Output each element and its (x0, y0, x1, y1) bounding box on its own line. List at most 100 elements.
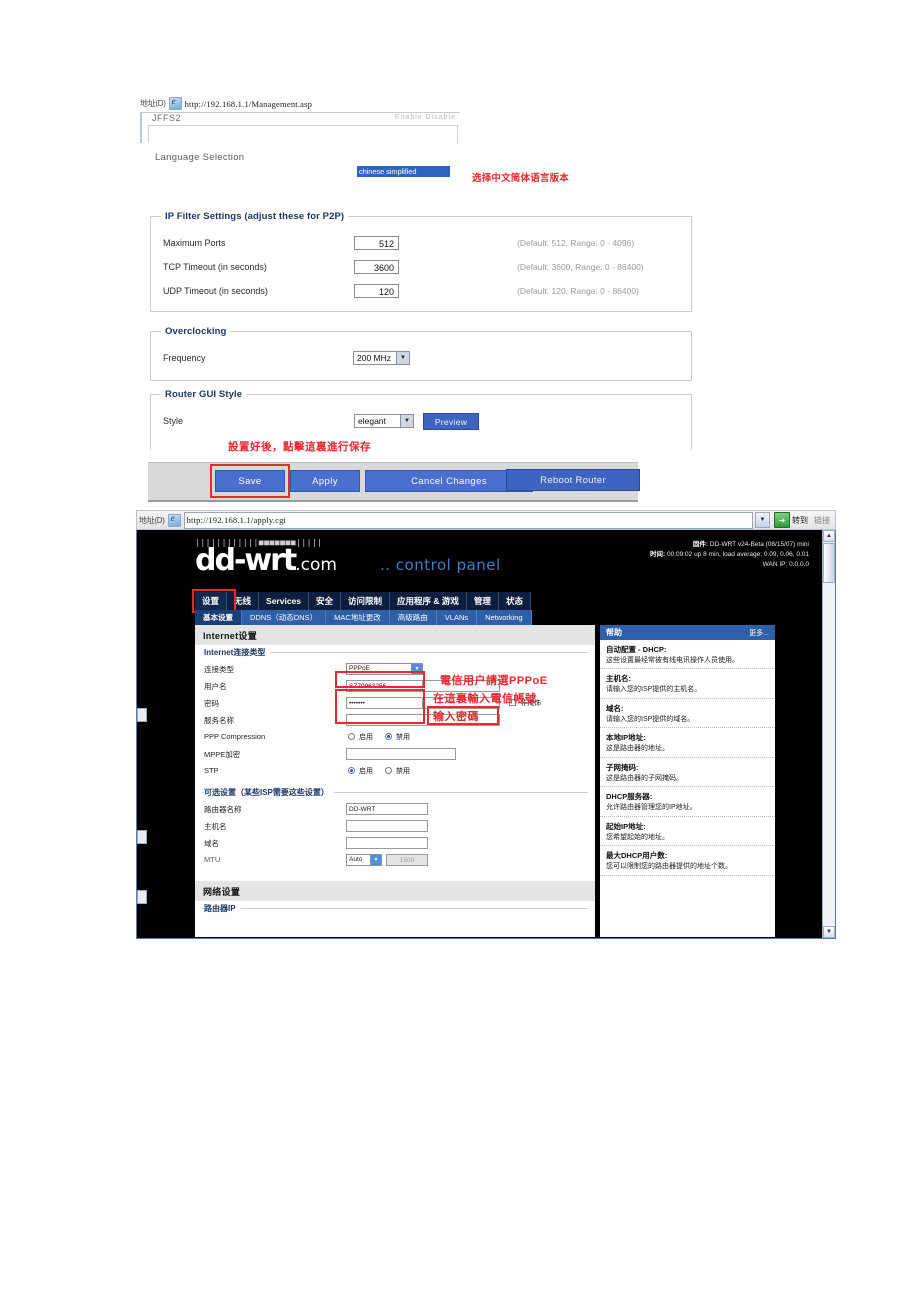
tcp-timeout-input[interactable]: 3600 (354, 260, 399, 274)
chevron-down-icon[interactable]: ▼ (400, 415, 413, 427)
ddwrt-logo-text: dd-wrt (195, 543, 297, 578)
apply-button[interactable]: Apply (290, 470, 360, 492)
router-name-input[interactable]: DD-WRT (346, 803, 428, 815)
language-selection-label: Language Selection (155, 152, 245, 163)
mppe-encryption-label: MPPE加密 (204, 750, 241, 759)
help-item-title: 域名: (606, 703, 624, 713)
tab-services[interactable]: Services (259, 592, 310, 610)
tab-security[interactable]: 安全 (309, 592, 342, 610)
tab-access-restrictions[interactable]: 访问限制 (341, 592, 391, 610)
subtab-networking[interactable]: Networking (477, 610, 532, 625)
subtab-basic-setup[interactable]: 基本设置 (195, 610, 242, 625)
chevron-down-icon[interactable]: ▼ (411, 664, 422, 674)
ddwrt-address-bar[interactable]: 地址(D) http://192.168.1.1/apply.cgi ▼ ➜ 转… (136, 510, 836, 530)
save-button[interactable]: Save (215, 470, 285, 492)
service-name-label: 服务名称 (204, 716, 234, 725)
ddwrt-vertical-scrollbar[interactable]: ▲ ▼ (822, 530, 835, 938)
scroll-up-arrow-icon[interactable]: ▲ (823, 530, 835, 542)
connection-type-select[interactable]: PPPoE ▼ (346, 663, 423, 675)
chevron-down-icon[interactable]: ▼ (370, 855, 381, 865)
tab-administration[interactable]: 管理 (466, 592, 499, 610)
help-item-title: 起始IP地址: (606, 821, 646, 831)
optional-settings-legend: 可选设置（某些ISP需要这些设置） (204, 787, 334, 798)
ddwrt-main-tabs: 设置 无线 Services 安全 访问限制 应用程序 & 游戏 管理 状态 (195, 592, 531, 610)
ppp-compression-enable-label: 启用 (359, 734, 373, 741)
reboot-router-button[interactable]: Reboot Router (506, 469, 640, 491)
subtab-mac-clone[interactable]: MAC地址更改 (326, 610, 390, 625)
ddwrt-control-panel-text: .. control panel (380, 556, 501, 574)
wanip-value: 0.0.0.0 (789, 561, 809, 569)
service-name-row: 服务名称 (202, 712, 588, 729)
go-button[interactable]: ➜ 转到 (774, 512, 808, 528)
top-address-bar[interactable]: 地址(D) http://192.168.1.1/Management.asp (140, 95, 460, 113)
tab-wireless[interactable]: 无线 (227, 592, 260, 610)
internet-connection-type-legend: Internet连接类型 (204, 647, 271, 658)
subtab-ddns[interactable]: DDNS（动态DNS） (242, 610, 327, 625)
frequency-select[interactable]: 200 MHz ▼ (353, 351, 410, 365)
ddwrt-browser-window: 地址(D) http://192.168.1.1/apply.cgi ▼ ➜ 转… (136, 510, 836, 940)
preview-button[interactable]: Preview (423, 413, 479, 430)
optional-settings-fieldset: 可选设置（某些ISP需要这些设置） 路由器名称 DD-WRT 主机名 域名 MT… (202, 787, 588, 869)
help-more-link[interactable]: 更多... (749, 628, 769, 638)
subtab-vlans[interactable]: VLANs (437, 610, 478, 625)
help-item-title: 最大DHCP用户数: (606, 851, 668, 861)
ddwrt-help-panel: 帮助 更多... 自动配置 - DHCP: 这些设置最经常被有线电讯操作人员使用… (600, 625, 775, 937)
password-label: 密码 (204, 699, 219, 708)
tab-setup[interactable]: 设置 (195, 592, 228, 610)
firmware-label: 固件: (692, 541, 709, 548)
clipped-label: JFFS2 (152, 113, 182, 123)
go-button-label: 转到 (792, 515, 808, 525)
ppp-compression-disable-label: 禁用 (396, 734, 410, 741)
help-panel-header: 帮助 更多... (600, 625, 775, 640)
gutter-stub-c (137, 890, 147, 904)
style-select[interactable]: elegant ▼ (354, 414, 414, 428)
address-bar-label: 地址(D) (140, 99, 166, 108)
maximum-ports-input[interactable]: 512 (354, 236, 399, 250)
chevron-down-icon[interactable]: ▼ (396, 352, 409, 364)
scroll-down-arrow-icon[interactable]: ▼ (823, 926, 835, 938)
tab-applications-gaming[interactable]: 应用程序 & 游戏 (390, 592, 467, 610)
username-input[interactable]: SZ70963256 (346, 680, 423, 692)
host-name-label: 主机名 (204, 822, 227, 831)
ppp-compression-enable-radio[interactable] (348, 733, 355, 740)
mtu-select[interactable]: Auto ▼ (346, 854, 382, 866)
stp-enable-radio[interactable] (348, 767, 355, 774)
gutter-stub-a (137, 708, 147, 722)
password-input[interactable]: ••••••• (346, 697, 423, 709)
frequency-select-value: 200 MHz (357, 353, 392, 363)
stp-label: STP (204, 766, 219, 775)
save-instruction-annotation: 設置好後，點擊這裏進行保存 (228, 441, 371, 453)
ppp-compression-label: PPP Compression (204, 732, 266, 741)
host-name-input[interactable] (346, 820, 428, 832)
domain-name-label: 域名 (204, 839, 219, 848)
links-label[interactable]: 链接 (814, 515, 830, 526)
top-browser-strip: 地址(D) http://192.168.1.1/Management.asp … (140, 95, 460, 143)
address-bar-url[interactable]: http://192.168.1.1/Management.asp (185, 99, 312, 109)
ddwrt-header: ||||||||||||■■■■■■■||||| dd-wrt.com .. c… (137, 530, 823, 596)
stp-disable-radio[interactable] (385, 767, 392, 774)
connection-type-value: PPPoE (349, 665, 370, 672)
address-history-chevron-down-icon[interactable]: ▼ (755, 512, 770, 528)
frequency-label: Frequency (163, 353, 206, 363)
time-value: 00:09:02 up 8 min, load average: 0.09, 0… (666, 551, 809, 559)
language-select[interactable]: chinese simplified (357, 166, 450, 177)
udp-timeout-input[interactable]: 120 (354, 284, 399, 298)
domain-name-input[interactable] (346, 837, 428, 849)
help-item: DHCP服务器: 允许路由器管理您的IP地址。 (600, 787, 775, 817)
scrollbar-thumb[interactable] (823, 543, 835, 583)
network-setup-section-header: 网络设置 (195, 881, 595, 901)
ip-filter-settings-panel: IP Filter Settings (adjust these for P2P… (150, 211, 692, 312)
subtab-advanced-routing[interactable]: 高级路由 (390, 610, 437, 625)
help-item-body: 请输入您的ISP提供的主机名。 (606, 686, 702, 694)
help-title: 帮助 (606, 628, 622, 637)
tab-status[interactable]: 状态 (498, 592, 531, 610)
tcp-timeout-label: TCP Timeout (in seconds) (163, 262, 267, 272)
password-annotation: 输入密碼 (433, 711, 479, 723)
mtu-label: MTU (204, 855, 221, 864)
ddwrt-sub-tabs: 基本设置 DDNS（动态DNS） MAC地址更改 高级路由 VLANs Netw… (195, 610, 532, 625)
ddwrt-url-field[interactable]: http://192.168.1.1/apply.cgi (183, 511, 753, 529)
gutter-stub-b (137, 830, 147, 844)
internet-explorer-icon (168, 96, 182, 110)
ppp-compression-disable-radio[interactable] (385, 733, 392, 740)
mppe-encryption-input[interactable] (346, 748, 456, 760)
